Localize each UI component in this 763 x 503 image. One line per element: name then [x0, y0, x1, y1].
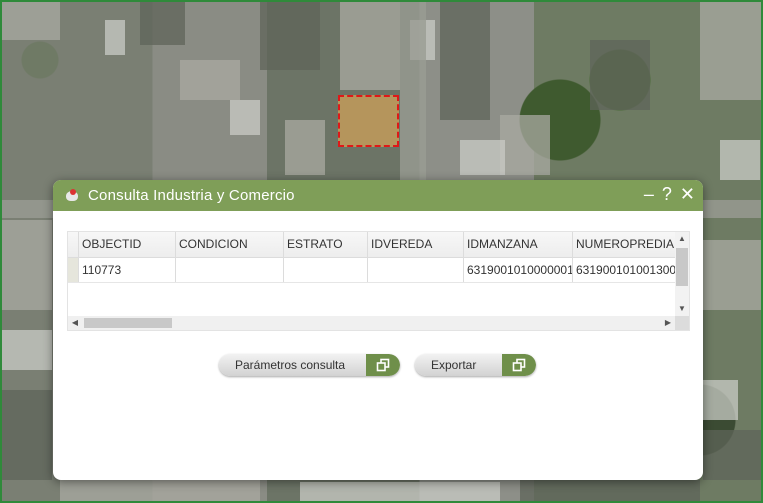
- popout-icon: [366, 354, 400, 376]
- table-row[interactable]: 110773 6319001010000001 6319001010013000: [68, 258, 676, 283]
- help-icon[interactable]: ?: [662, 183, 672, 205]
- column-header[interactable]: IDMANZANA: [464, 232, 573, 257]
- vertical-scroll-thumb[interactable]: [676, 248, 688, 286]
- horizontal-scrollbar[interactable]: ◀ ▶: [68, 316, 689, 330]
- column-header[interactable]: NUMEROPREDIA: [573, 232, 676, 257]
- selected-parcel-marker: [338, 95, 399, 147]
- scroll-left-icon[interactable]: ◀: [68, 316, 82, 330]
- dialog-title: Consulta Industria y Comercio: [88, 187, 295, 204]
- header-row-selector: [68, 232, 79, 257]
- row-selector[interactable]: [68, 258, 79, 282]
- table-cell: [176, 258, 284, 282]
- popout-icon: [502, 354, 536, 376]
- parametros-consulta-button[interactable]: Parámetros consulta: [219, 354, 400, 376]
- button-label: Exportar: [431, 358, 477, 372]
- scroll-down-icon[interactable]: ▼: [675, 302, 689, 316]
- vertical-scrollbar[interactable]: ▲ ▼: [675, 232, 689, 316]
- scrollbar-corner: [675, 316, 689, 330]
- table-cell: 110773: [79, 258, 176, 282]
- scroll-up-icon[interactable]: ▲: [675, 232, 689, 246]
- close-icon[interactable]: ✕: [680, 183, 695, 205]
- minimize-icon[interactable]: –: [644, 183, 654, 205]
- table-cell: [284, 258, 368, 282]
- results-grid[interactable]: OBJECTID CONDICION ESTRATO IDVEREDA IDMA…: [67, 231, 690, 331]
- column-header[interactable]: OBJECTID: [79, 232, 176, 257]
- map-layer-icon: [64, 188, 80, 204]
- scroll-right-icon[interactable]: ▶: [661, 316, 675, 330]
- button-label: Parámetros consulta: [235, 358, 346, 372]
- table-cell: 6319001010000001: [464, 258, 573, 282]
- exportar-button[interactable]: Exportar: [415, 354, 536, 376]
- dialog-titlebar[interactable]: Consulta Industria y Comercio – ? ✕: [53, 180, 703, 211]
- consulta-dialog: Consulta Industria y Comercio – ? ✕ OBJE…: [53, 180, 703, 480]
- horizontal-scroll-thumb[interactable]: [84, 318, 172, 328]
- column-header[interactable]: IDVEREDA: [368, 232, 464, 257]
- grid-header: OBJECTID CONDICION ESTRATO IDVEREDA IDMA…: [68, 232, 675, 258]
- table-cell: 6319001010013000: [576, 263, 676, 277]
- column-header[interactable]: CONDICION: [176, 232, 284, 257]
- table-cell: [368, 258, 464, 282]
- column-header[interactable]: ESTRATO: [284, 232, 368, 257]
